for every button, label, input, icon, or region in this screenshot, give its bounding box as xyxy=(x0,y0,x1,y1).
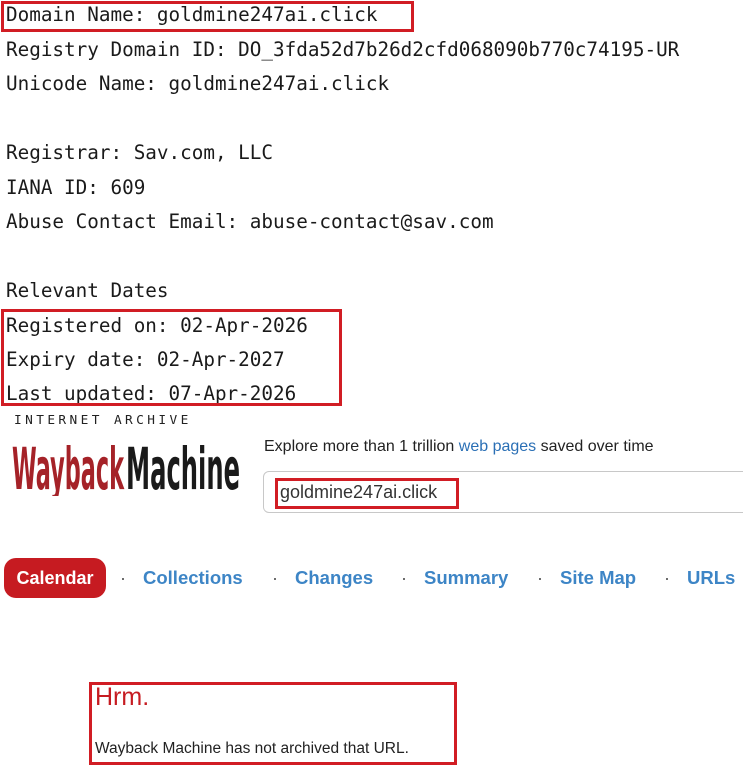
explore-prefix: Explore more than 1 trillion xyxy=(264,438,459,455)
internet-archive-label: INTERNET ARCHIVE xyxy=(14,413,192,428)
highlight-domain-name xyxy=(1,1,414,32)
whois-unicode-name: Unicode Name: goldmine247ai.click xyxy=(6,72,390,95)
whois-iana-id: IANA ID: 609 xyxy=(6,176,146,199)
web-pages-link[interactable]: web pages xyxy=(459,438,536,455)
wayback-machine-logo[interactable]: Wayback Machine xyxy=(12,431,242,503)
tab-calendar[interactable]: Calendar xyxy=(4,558,106,598)
tab-summary[interactable]: Summary xyxy=(424,567,508,589)
nav-separator: · xyxy=(272,568,278,588)
nav-separator: · xyxy=(401,568,407,588)
tab-urls[interactable]: URLs xyxy=(687,567,735,589)
nav-separator: · xyxy=(537,568,543,588)
nav-separator: · xyxy=(664,568,670,588)
whois-abuse-email: Abuse Contact Email: abuse-contact@sav.c… xyxy=(6,210,494,233)
tab-changes[interactable]: Changes xyxy=(295,567,373,589)
highlight-error xyxy=(89,682,457,765)
wayback-logo-graphic: Wayback Machine xyxy=(12,435,240,503)
whois-dates-heading: Relevant Dates xyxy=(6,279,169,302)
explore-suffix: saved over time xyxy=(536,438,654,455)
highlight-dates xyxy=(1,309,342,406)
nav-separator: · xyxy=(120,568,126,588)
whois-registry-id: Registry Domain ID: DO_3fda52d7b26d2cfd0… xyxy=(6,38,680,61)
whois-registrar: Registrar: Sav.com, LLC xyxy=(6,141,273,164)
svg-text:Wayback: Wayback xyxy=(12,435,125,496)
tab-site-map[interactable]: Site Map xyxy=(560,567,636,589)
highlight-search-value xyxy=(275,478,459,509)
explore-tagline: Explore more than 1 trillion web pages s… xyxy=(264,438,654,456)
tab-collections[interactable]: Collections xyxy=(143,567,243,589)
svg-text:Machine: Machine xyxy=(126,435,240,496)
